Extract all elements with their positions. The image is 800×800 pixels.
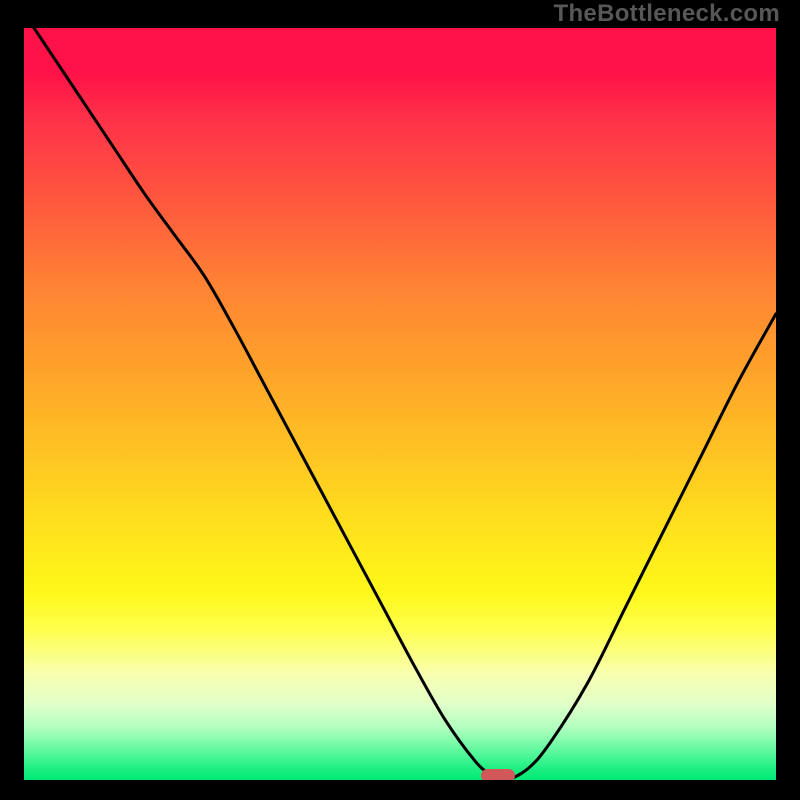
minimum-marker	[481, 769, 515, 780]
line-curve	[24, 28, 776, 780]
chart-frame: TheBottleneck.com	[0, 0, 800, 800]
watermark-text: TheBottleneck.com	[554, 0, 780, 28]
plot-area	[24, 28, 776, 780]
